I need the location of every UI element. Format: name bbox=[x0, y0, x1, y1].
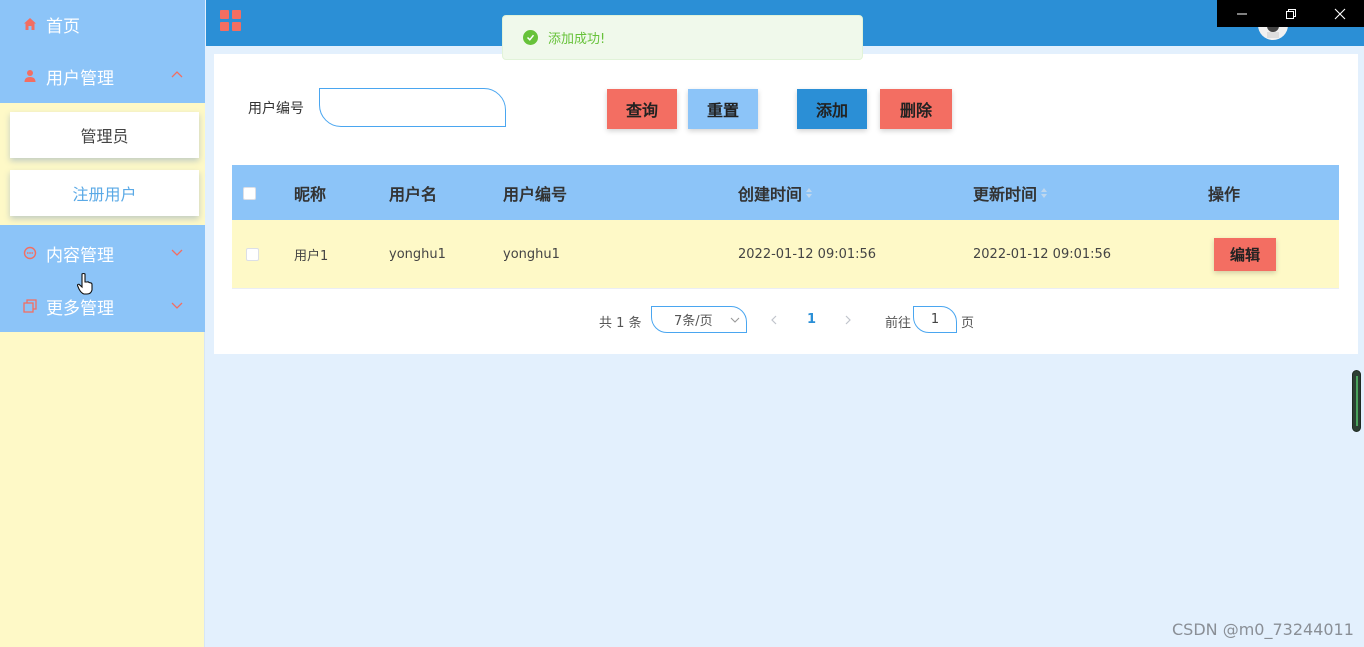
success-toast: 添加成功! bbox=[502, 15, 863, 60]
edit-button[interactable]: 编辑 bbox=[1214, 238, 1276, 271]
close-button[interactable] bbox=[1315, 0, 1364, 27]
page-number-current[interactable]: 1 bbox=[807, 312, 816, 327]
sidebar: 首页 用户管理 管理员 注册用户 内容管理 更多管理 bbox=[0, 0, 205, 647]
sidebar-item-label: 用户管理 bbox=[46, 68, 114, 89]
sort-icon[interactable] bbox=[1041, 187, 1048, 199]
cell-nickname: 用户1 bbox=[294, 249, 329, 264]
restore-icon bbox=[1285, 8, 1296, 19]
home-icon bbox=[22, 16, 38, 32]
sidebar-item-label: 更多管理 bbox=[46, 298, 114, 319]
column-header-created-time[interactable]: 创建时间 bbox=[738, 165, 813, 220]
chevron-down-icon bbox=[171, 249, 183, 256]
hand-cursor-icon bbox=[76, 272, 93, 295]
table-header: 昵称 用户名 用户编号 创建时间 更新时间 操作 bbox=[232, 165, 1339, 220]
cell-created-time: 2022-01-12 09:01:56 bbox=[738, 247, 877, 262]
page-size-select[interactable]: 7条/页 bbox=[651, 306, 747, 333]
scrollbar[interactable] bbox=[1352, 370, 1361, 432]
sidebar-item-content-management[interactable]: 内容管理 bbox=[0, 229, 205, 277]
table-row: 用户1 yonghu1 yonghu1 2022-01-12 09:01:56 … bbox=[232, 220, 1339, 289]
user-icon bbox=[22, 68, 38, 84]
sidebar-subitem-admin[interactable]: 管理员 bbox=[10, 112, 199, 158]
column-header-username: 用户名 bbox=[389, 184, 438, 204]
column-header-updated-time[interactable]: 更新时间 bbox=[973, 165, 1048, 220]
chevron-down-icon bbox=[171, 302, 183, 309]
minimize-icon bbox=[1236, 13, 1247, 14]
cell-updated-time: 2022-01-12 09:01:56 bbox=[973, 247, 1112, 262]
reset-button[interactable]: 重置 bbox=[688, 89, 758, 129]
toast-message: 添加成功! bbox=[548, 32, 606, 47]
chat-icon bbox=[22, 245, 38, 261]
watermark: CSDN @m0_73244011 bbox=[1172, 620, 1354, 639]
copy-icon bbox=[22, 298, 38, 314]
cell-user-number: yonghu1 bbox=[503, 247, 560, 262]
select-all-checkbox[interactable] bbox=[243, 187, 256, 200]
chevron-up-icon bbox=[171, 71, 183, 78]
sidebar-item-user-management[interactable]: 用户管理 bbox=[0, 52, 205, 100]
column-header-nickname: 昵称 bbox=[294, 184, 327, 204]
sidebar-subitem-registered-users[interactable]: 注册用户 bbox=[10, 170, 199, 216]
column-header-user-number: 用户编号 bbox=[503, 184, 568, 204]
minimize-button[interactable] bbox=[1217, 0, 1266, 27]
prev-page-icon[interactable] bbox=[770, 315, 778, 325]
page-size-value: 7条/页 bbox=[674, 314, 713, 329]
row-checkbox[interactable] bbox=[246, 248, 259, 261]
sidebar-item-label: 首页 bbox=[46, 16, 80, 37]
delete-button[interactable]: 删除 bbox=[880, 89, 952, 129]
column-header-actions: 操作 bbox=[1208, 184, 1241, 204]
restore-button[interactable] bbox=[1266, 0, 1315, 27]
close-icon bbox=[1334, 8, 1345, 19]
sidebar-item-label: 内容管理 bbox=[46, 245, 114, 266]
chevron-down-icon bbox=[730, 317, 740, 323]
page-suffix: 页 bbox=[961, 316, 975, 331]
check-circle-icon bbox=[523, 30, 538, 45]
user-number-input[interactable] bbox=[319, 88, 506, 127]
goto-label: 前往 bbox=[885, 316, 912, 331]
menu-grid-icon[interactable] bbox=[220, 10, 241, 31]
sidebar-item-home[interactable]: 首页 bbox=[0, 0, 205, 48]
query-button[interactable]: 查询 bbox=[607, 89, 677, 129]
cell-username: yonghu1 bbox=[389, 247, 446, 262]
sort-icon[interactable] bbox=[806, 187, 813, 199]
add-button[interactable]: 添加 bbox=[797, 89, 867, 129]
next-page-icon[interactable] bbox=[844, 315, 852, 325]
pagination-total: 共 1 条 bbox=[599, 316, 642, 331]
window-controls bbox=[1217, 0, 1364, 27]
goto-page-input[interactable]: 1 bbox=[913, 306, 957, 333]
search-label: 用户编号 bbox=[248, 101, 304, 117]
sidebar-item-more-management[interactable]: 更多管理 bbox=[0, 282, 205, 330]
